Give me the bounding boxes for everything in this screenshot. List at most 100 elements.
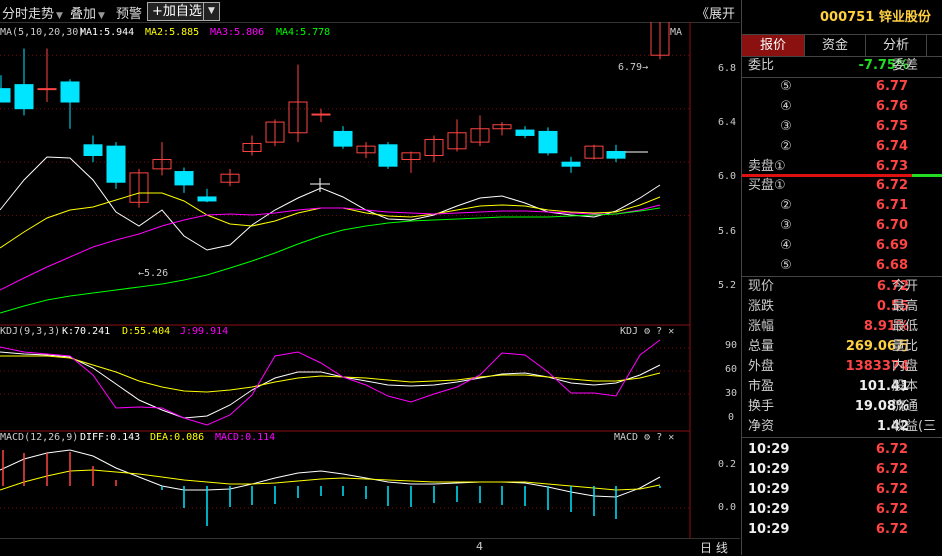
candle bbox=[14, 84, 34, 110]
quote-stat-label: 今开 bbox=[892, 279, 919, 294]
orderbook-level: ③ bbox=[780, 119, 792, 134]
macd-diff-line bbox=[0, 449, 661, 498]
tab-funds[interactable]: 资金 bbox=[805, 35, 866, 56]
low-price-label: ←5.26 bbox=[138, 268, 169, 279]
quote-stat-row: 涨幅 8.91% 最低 bbox=[742, 317, 942, 337]
orderbook-price: 6.68 bbox=[875, 258, 908, 273]
ma2-line bbox=[0, 192, 661, 249]
ma1-line bbox=[0, 156, 661, 251]
quote-stat-label: 收益(三 bbox=[892, 419, 937, 434]
help-icon[interactable]: ? bbox=[656, 432, 662, 443]
quote-stat-label: 最低 bbox=[892, 319, 919, 334]
period-selector[interactable]: 日 线 bbox=[700, 539, 728, 556]
chevron-down-icon: ▼ bbox=[56, 11, 63, 21]
ma3-line bbox=[0, 204, 661, 291]
orderbook-price: 6.74 bbox=[875, 139, 908, 154]
overlay-menu[interactable]: 叠加 ▼ bbox=[70, 3, 105, 22]
quote-stat-label: 换手 bbox=[748, 399, 775, 414]
macd-dea: DEA:0.086 bbox=[150, 432, 205, 443]
candle bbox=[515, 129, 535, 136]
tick-price: 6.72 bbox=[875, 482, 908, 497]
kdj-head: KDJ(9,3,3) bbox=[0, 326, 61, 337]
kdj-k: K:70.241 bbox=[62, 326, 111, 337]
kdj-tick: 90 bbox=[725, 340, 738, 351]
tab-analysis[interactable]: 分析 bbox=[866, 35, 927, 56]
chevron-down-icon: ▼ bbox=[98, 11, 105, 21]
gear-icon[interactable]: ⚙ bbox=[644, 326, 650, 337]
orderbook-row[interactable]: ⑤ 6.77 bbox=[742, 77, 942, 97]
kdj-tick: 60 bbox=[725, 364, 738, 375]
orderbook-price: 6.72 bbox=[875, 178, 908, 193]
candle bbox=[311, 113, 331, 116]
close-icon[interactable]: ✕ bbox=[668, 432, 674, 443]
quote-stat-row: 净资 1.42 收益(三 bbox=[742, 417, 942, 437]
price-tick: 6.0 bbox=[718, 171, 737, 182]
kline-chart[interactable] bbox=[0, 22, 740, 538]
tick-price: 6.72 bbox=[875, 442, 908, 457]
kdj-tick: 30 bbox=[725, 388, 738, 399]
tick-row: 10:29 6.72 bbox=[742, 500, 942, 520]
orderbook-row[interactable]: ② 6.71 bbox=[742, 196, 942, 216]
ma-legend-head: MA(5,10,20,30) bbox=[0, 27, 85, 38]
ma2-legend: MA2:5.885 bbox=[145, 27, 200, 38]
ma4-line bbox=[0, 207, 661, 314]
orderbook-row[interactable]: ④ 6.76 bbox=[742, 97, 942, 117]
tick-price: 6.72 bbox=[875, 522, 908, 537]
kdj-tag: KDJ ⚙ ? ✕ bbox=[620, 326, 675, 337]
orderbook-level: ⑤ bbox=[780, 258, 792, 273]
tick-row: 10:29 6.72 bbox=[742, 480, 942, 500]
kdj-j: J:99.914 bbox=[180, 326, 229, 337]
candle bbox=[174, 171, 194, 186]
tab-quote[interactable]: 报价 bbox=[742, 35, 805, 56]
quote-stat-label: 外盘 bbox=[748, 359, 775, 374]
add-favorite-button[interactable]: +加自选 bbox=[147, 2, 207, 21]
gear-icon[interactable]: ⚙ bbox=[644, 432, 650, 443]
candle bbox=[60, 81, 80, 103]
tick-time: 10:29 bbox=[748, 522, 790, 537]
orderbook-level: ⑤ bbox=[780, 79, 792, 94]
orderbook-level: ② bbox=[780, 198, 792, 213]
macd-tick: 0.0 bbox=[718, 502, 737, 513]
help-icon[interactable]: ? bbox=[656, 326, 662, 337]
quote-stat-label: 市盈 bbox=[748, 379, 775, 394]
orderbook-row[interactable]: ③ 6.75 bbox=[742, 117, 942, 137]
quote-stat-label: 现价 bbox=[748, 279, 775, 294]
quote-stat-label: 净资 bbox=[748, 419, 775, 434]
expand-button[interactable]: 《展开 bbox=[696, 3, 735, 22]
tick-row: 10:29 6.72 bbox=[742, 440, 942, 460]
orderbook-row[interactable]: ② 6.74 bbox=[742, 137, 942, 157]
tick-time: 10:29 bbox=[748, 482, 790, 497]
tick-price: 6.72 bbox=[875, 462, 908, 477]
tick-time: 10:29 bbox=[748, 442, 790, 457]
quote-stat-row: 总量 269.06万 量比 bbox=[742, 337, 942, 357]
quote-stat-row: 换手 19.08% 流通 bbox=[742, 397, 942, 417]
quote-stat-label: 涨跌 bbox=[748, 299, 775, 314]
orderbook-row[interactable]: ④ 6.69 bbox=[742, 236, 942, 256]
page-indicator: 4 bbox=[476, 540, 483, 553]
intraday-menu[interactable]: 分时走势 ▼ bbox=[2, 3, 63, 22]
alert-button[interactable]: 预警 bbox=[116, 3, 142, 22]
candle bbox=[106, 145, 126, 183]
chart-toolbar: 分时走势 ▼ 叠加 ▼ 预警 +加自选 ▼ 《展开 bbox=[0, 0, 740, 23]
price-tick: 5.2 bbox=[718, 280, 737, 291]
add-favorite-dropdown[interactable]: ▼ bbox=[203, 2, 220, 21]
ma4-legend: MA4:5.778 bbox=[276, 27, 331, 38]
price-tick: 5.6 bbox=[718, 226, 737, 237]
tick-row: 10:29 6.72 bbox=[742, 460, 942, 480]
orderbook-row[interactable]: ③ 6.70 bbox=[742, 216, 942, 236]
webi-row: 委比 -7.75% 委差 bbox=[748, 58, 919, 73]
kdj-j-line bbox=[0, 339, 661, 426]
kdj-k-line bbox=[0, 351, 661, 419]
macd-value: MACD:0.114 bbox=[215, 432, 276, 443]
orderbook-price: 6.76 bbox=[875, 99, 908, 114]
candle bbox=[83, 144, 103, 156]
quote-stat-label: 股本 bbox=[892, 379, 919, 394]
orderbook-row[interactable]: ⑤ 6.68 bbox=[742, 256, 942, 276]
tick-row: 10:29 6.72 bbox=[742, 520, 942, 540]
orderbook-row[interactable]: 买盘① 6.72 bbox=[742, 176, 942, 196]
close-icon[interactable]: ✕ bbox=[668, 326, 674, 337]
candle bbox=[538, 130, 558, 154]
tick-time: 10:29 bbox=[748, 462, 790, 477]
ma3-legend: MA3:5.806 bbox=[210, 27, 265, 38]
candle bbox=[333, 130, 353, 147]
